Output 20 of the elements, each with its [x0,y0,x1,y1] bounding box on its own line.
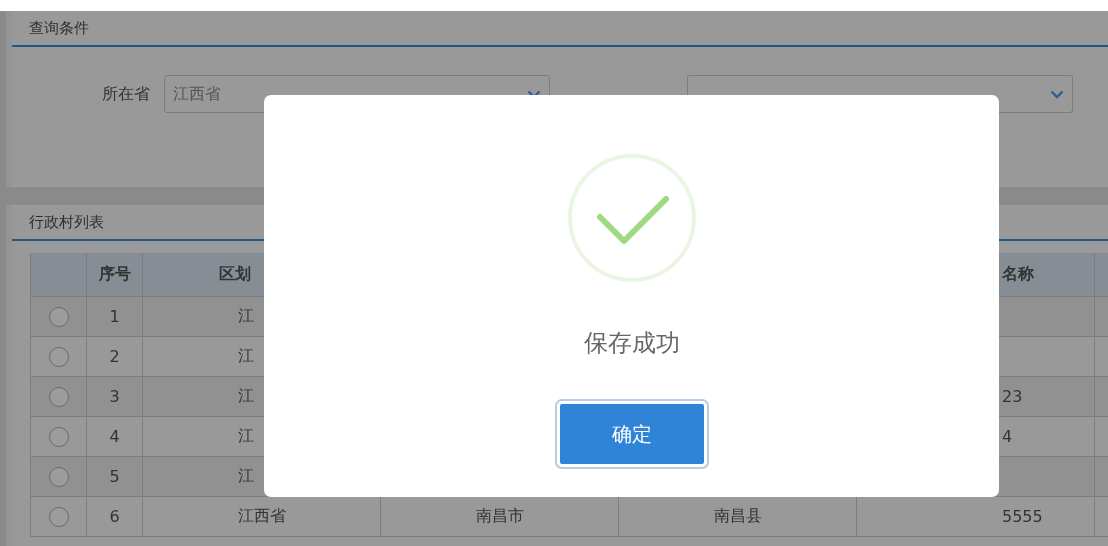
confirm-button[interactable]: 确定 [556,401,707,467]
radio-button[interactable] [48,346,69,367]
radio-button[interactable] [48,386,69,407]
table-cell: 1 [87,297,143,336]
dialog-message: 保存成功 [583,328,680,359]
table-cell: 2 [87,337,143,376]
table-header-cell: 序号 [87,253,143,296]
table-cell: 6 [87,497,143,536]
field-label: 所在省 [101,83,150,105]
panel-title: 查询条件 [29,18,89,38]
caret-icon [1050,89,1064,99]
radio-button[interactable] [48,466,69,487]
table-cell: 5 [87,457,143,496]
radio-button[interactable] [48,506,69,527]
check-circle-icon [566,153,697,283]
table-cell: 3 [87,377,143,416]
table-cell: 4 [87,417,143,456]
panel-title: 行政村列表 [29,212,104,232]
radio-button[interactable] [48,426,69,447]
radio-button[interactable] [48,306,69,327]
